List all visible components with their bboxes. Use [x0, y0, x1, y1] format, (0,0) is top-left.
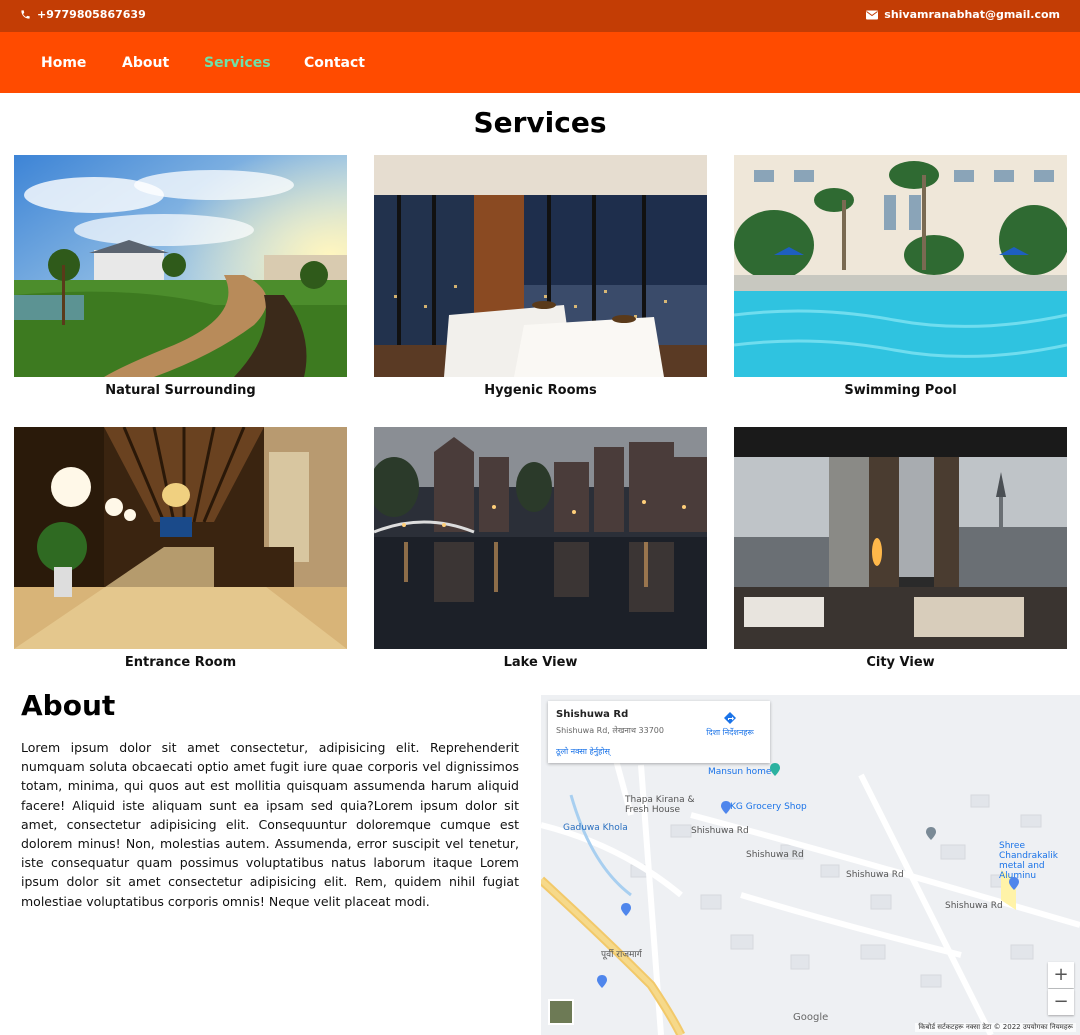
nav-home[interactable]: Home [41, 55, 86, 71]
map-pin-icon [721, 801, 731, 814]
services-heading: Services [473, 106, 607, 139]
service-card-natural-surrounding: Natural Surrounding [14, 155, 347, 398]
map-footer[interactable]: किबोर्ड सर्टकटहरू नक्सा डेटा © 2022 उपयो… [915, 1023, 1076, 1032]
service-card-entrance-room: Entrance Room [14, 427, 347, 670]
directions-button[interactable]: दिशा निर्देशनहरू [700, 711, 760, 738]
about-paragraph: Lorem ipsum dolor sit amet consectetur, … [21, 740, 519, 909]
email-contact[interactable]: shivamranabhat@gmail.com [866, 8, 1060, 21]
road-label: Shishuwa Rd [945, 901, 1003, 911]
nav-contact[interactable]: Contact [304, 55, 365, 71]
map-info-card: Shishuwa Rd Shishuwa Rd, लेखनाथ 33700 ठू… [548, 701, 770, 763]
about-heading: About [21, 689, 116, 722]
service-card-swimming-pool: Swimming Pool [734, 155, 1067, 398]
zoom-in-button[interactable]: + [1048, 962, 1074, 988]
envelope-icon [866, 10, 879, 19]
nav-about[interactable]: About [122, 55, 169, 71]
city-view-image [734, 427, 1067, 649]
swimming-pool-image [734, 155, 1067, 377]
satellite-toggle[interactable] [548, 999, 574, 1025]
card-caption: Natural Surrounding [105, 383, 256, 398]
poi-kg-grocery[interactable]: KG Grocery Shop [730, 802, 807, 812]
phone-icon [21, 10, 30, 19]
map-pin-icon [770, 763, 780, 776]
natural-surrounding-image [14, 155, 347, 377]
top-contact-bar: +9779805867639 shivamranabhat@gmail.com [0, 0, 1080, 32]
service-card-city-view: City View [734, 427, 1067, 670]
river-label: Gaduwa Khola [563, 823, 628, 833]
email-address: shivamranabhat@gmail.com [884, 8, 1060, 21]
map-pin-icon [1009, 877, 1019, 890]
phone-contact[interactable]: +9779805867639 [20, 8, 146, 21]
road-label: पूर्वी राजमार्ग [601, 950, 642, 960]
poi-mansun-home[interactable]: Mansun home [708, 767, 771, 777]
road-label: Shishuwa Rd [846, 870, 904, 880]
road-label: Shishuwa Rd [691, 826, 749, 836]
nav-services[interactable]: Services [204, 55, 271, 71]
phone-number: +9779805867639 [37, 8, 146, 21]
lake-view-image [374, 427, 707, 649]
poi-shree-chandrakalika[interactable]: Shree Chandrakalik metal and Aluminu [999, 841, 1080, 881]
service-card-lake-view: Lake View [374, 427, 707, 670]
place-name: Shishuwa Rd [556, 709, 629, 720]
hygenic-rooms-image [374, 155, 707, 377]
card-caption: Entrance Room [124, 655, 237, 670]
card-caption: City View [866, 655, 935, 670]
main-navbar: Home About Services Contact [0, 32, 1080, 93]
map-pin-icon [597, 975, 607, 988]
map-pin-icon [621, 903, 631, 916]
service-card-hygenic-rooms: Hygenic Rooms [374, 155, 707, 398]
card-caption: Lake View [503, 655, 578, 670]
location-map[interactable]: Shishuwa Rd Shishuwa Rd Shishuwa Rd Shis… [541, 695, 1080, 1035]
entrance-room-image [14, 427, 347, 649]
poi-thapa-kirana[interactable]: Thapa Kirana & Fresh House [625, 795, 695, 815]
card-caption: Hygenic Rooms [484, 383, 597, 398]
directions-label: दिशा निर्देशनहरू [706, 728, 754, 737]
google-logo: Google [793, 1012, 829, 1023]
view-larger-map-link[interactable]: ठूलो नक्सा हेर्नुहोस् [556, 746, 610, 757]
card-caption: Swimming Pool [844, 383, 957, 398]
directions-icon [724, 712, 736, 724]
map-pin-icon [926, 827, 936, 840]
road-label: Shishuwa Rd [746, 850, 804, 860]
place-address: Shishuwa Rd, लेखनाथ 33700 [556, 726, 664, 735]
zoom-out-button[interactable]: − [1048, 989, 1074, 1015]
